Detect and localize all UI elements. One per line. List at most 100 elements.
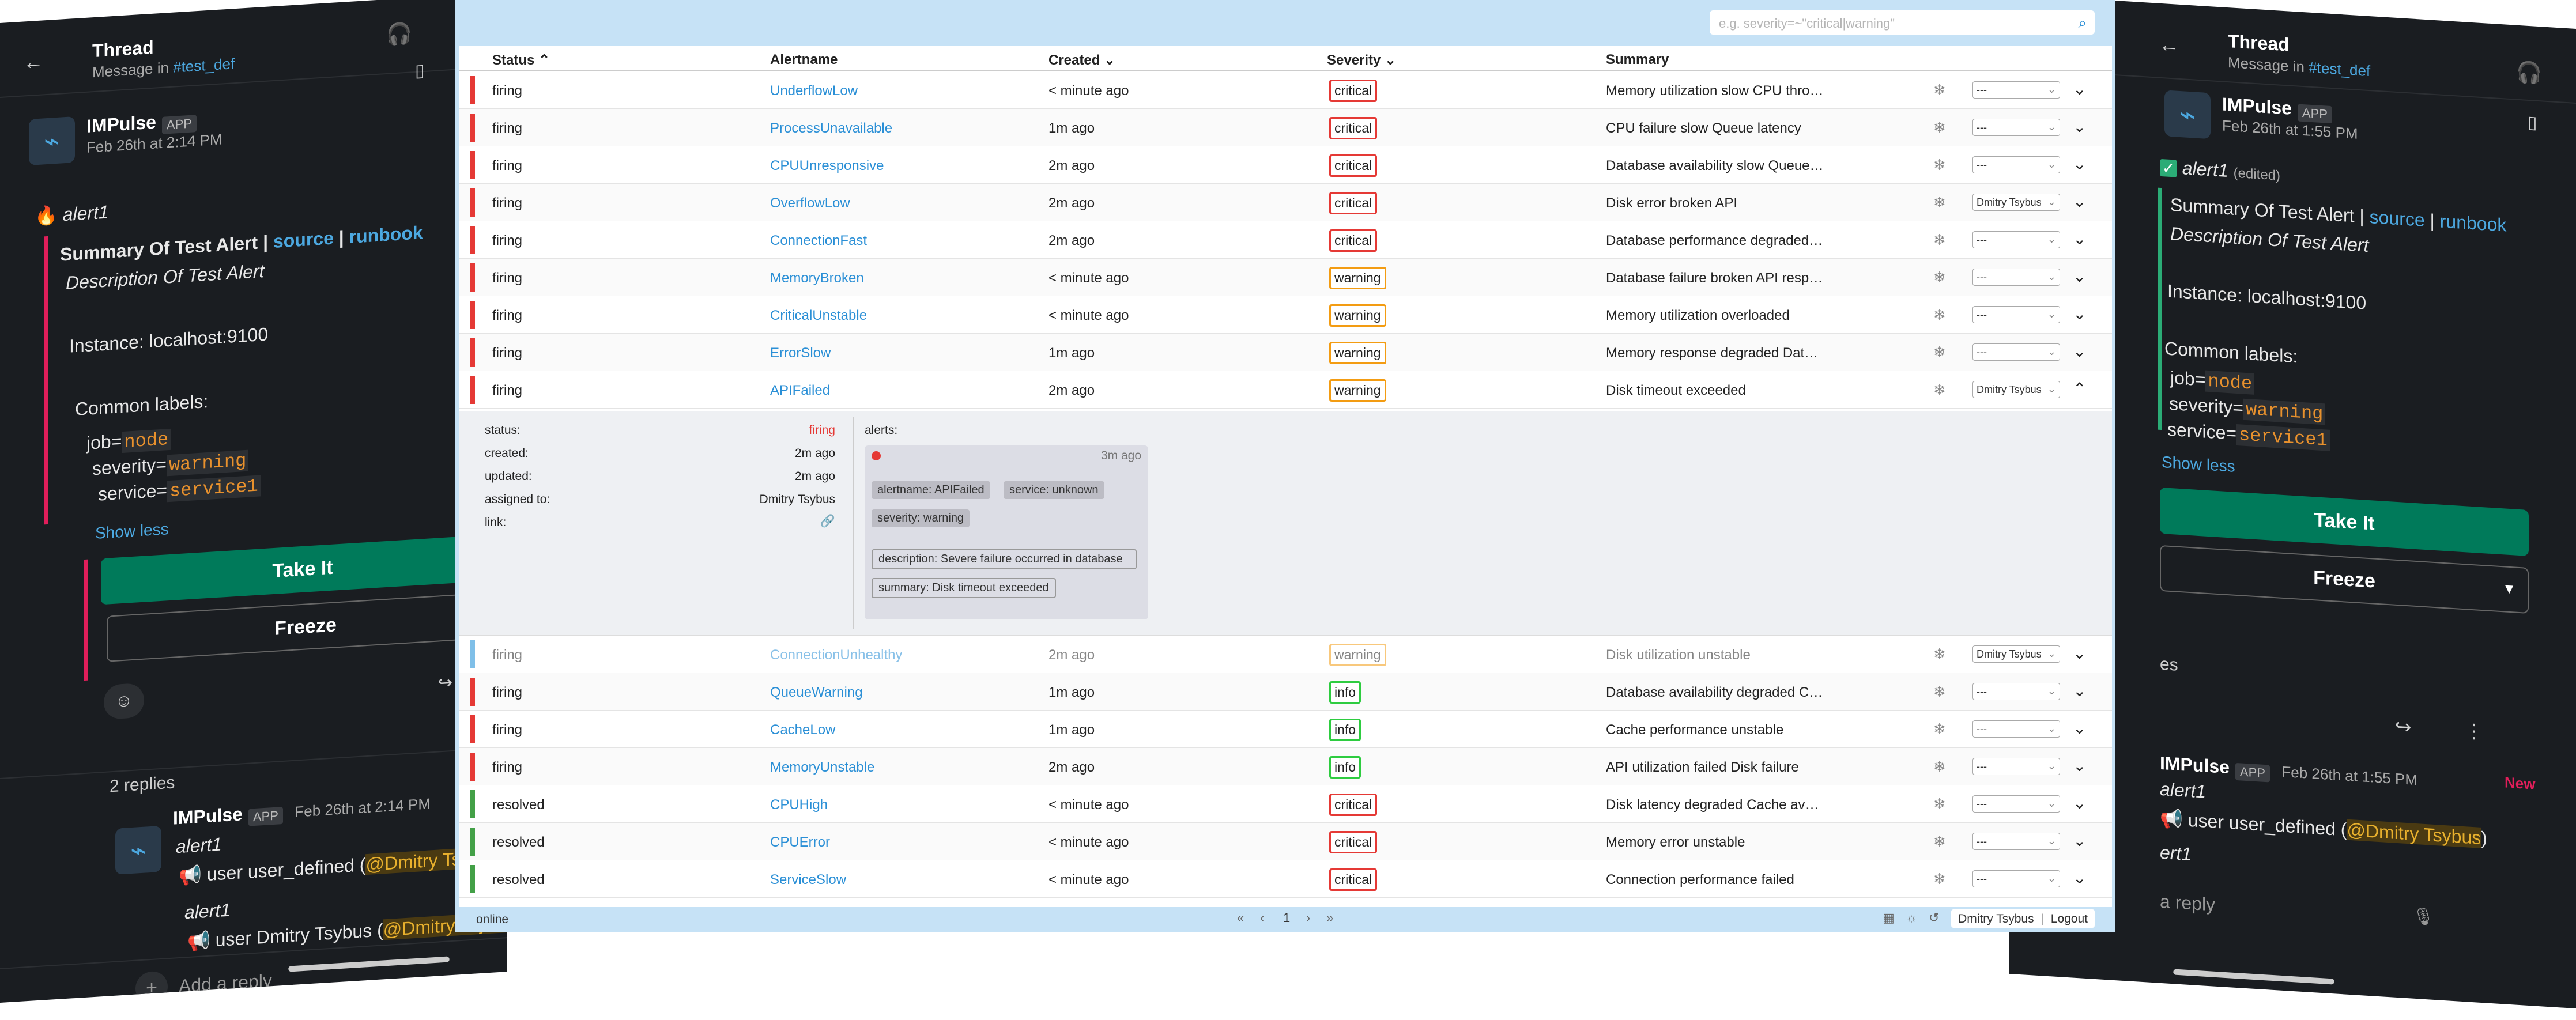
prev-page-icon[interactable]: ‹ [1260, 911, 1264, 925]
table-row[interactable]: firing CPUUnresponsive 2m ago critical Datab… [459, 146, 2112, 184]
column-created[interactable]: Created ⌄ [1048, 52, 1115, 69]
history-icon[interactable]: ↺ [1929, 911, 1939, 925]
snowflake-icon[interactable]: ❄ [1933, 645, 1946, 663]
alertname-link[interactable]: MemoryUnstable [770, 760, 874, 776]
chevron-down-icon[interactable]: ⌄ [2073, 831, 2086, 850]
add-reply-input[interactable]: Add a reply [179, 970, 272, 997]
add-reaction-icon[interactable]: ☺ [104, 682, 144, 720]
bookmark-icon[interactable]: ▯ [2528, 112, 2537, 133]
show-less-link-right[interactable]: Show less [2162, 453, 2235, 476]
assignee-select[interactable]: Dmitry Tsybus ⌄ [1972, 645, 2060, 663]
snowflake-icon[interactable]: ❄ [1933, 343, 1946, 361]
alertname-link[interactable]: MemoryBroken [770, 270, 864, 286]
chevron-down-icon[interactable]: ⌄ [2073, 342, 2086, 361]
assignee-select[interactable]: --- ⌄ [1972, 870, 2060, 887]
show-less-link[interactable]: Show less [95, 520, 169, 543]
table-row[interactable]: firing ConnectionUnhealthy 2m ago warning Di… [459, 636, 2112, 673]
chevron-down-icon[interactable]: ⌄ [2073, 80, 2086, 99]
snowflake-icon[interactable]: ❄ [1933, 119, 1946, 137]
channel-link[interactable]: #test_def [173, 55, 235, 76]
column-summary[interactable]: Summary [1606, 52, 1669, 68]
assignee-select[interactable]: --- ⌄ [1972, 231, 2060, 248]
add-reply-input[interactable]: a reply [2160, 891, 2215, 916]
assignee-select[interactable]: Dmitry Tsybus ⌄ [1972, 381, 2060, 398]
chevron-down-icon[interactable]: ⌄ [2073, 719, 2086, 738]
alertname-link[interactable]: CPUUnresponsive [770, 158, 884, 174]
chevron-down-icon[interactable]: ⌄ [2073, 154, 2086, 173]
table-row[interactable]: firing CriticalUnstable < minute ago warnin… [459, 296, 2112, 334]
share-icon[interactable]: ↪ [438, 673, 452, 694]
alertname-link[interactable]: UnderflowLow [770, 83, 858, 99]
alertname-link[interactable]: ServiceSlow [770, 872, 846, 888]
bot-avatar-right[interactable]: ⌁ [2164, 90, 2211, 139]
assignee-select[interactable]: --- ⌄ [1972, 758, 2060, 775]
assignee-select[interactable]: --- ⌄ [1972, 795, 2060, 813]
chevron-down-icon[interactable]: ⌄ [2073, 794, 2086, 813]
snowflake-icon[interactable]: ❄ [1933, 306, 1946, 324]
assignee-select[interactable]: --- ⌄ [1972, 343, 2060, 361]
chevron-down-icon[interactable]: ⌄ [2073, 868, 2086, 887]
take-it-button[interactable]: Take It [101, 534, 504, 605]
column-severity[interactable]: Severity ⌄ [1327, 52, 1396, 69]
reply-bot-avatar[interactable]: ⌁ [115, 825, 161, 875]
table-row[interactable]: firing ConnectionFast 2m ago critical Databa… [459, 221, 2112, 259]
assignee-select[interactable]: Dmitry Tsybus ⌄ [1972, 194, 2060, 211]
chevron-up-icon[interactable]: ⌃ [2073, 379, 2086, 398]
table-row[interactable]: firing ErrorSlow 1m ago warning Memory respo… [459, 334, 2112, 371]
chevron-down-icon[interactable]: ⌄ [2073, 117, 2086, 136]
logout-button[interactable]: Logout [2051, 912, 2088, 925]
back-arrow-icon[interactable]: ← [2159, 32, 2179, 58]
microphone-icon[interactable]: 🎙 [2412, 906, 2434, 928]
snowflake-icon[interactable]: ❄ [1933, 683, 1946, 701]
snowflake-icon[interactable]: ❄ [1933, 758, 1946, 776]
assignee-select[interactable]: --- ⌄ [1972, 833, 2060, 850]
alertname-link[interactable]: OverflowLow [770, 195, 850, 211]
theme-toggle-icon[interactable]: ☼ [1906, 911, 1917, 925]
headphones-icon[interactable]: 🎧 [2516, 60, 2542, 86]
chevron-down-icon[interactable]: ⌄ [2073, 681, 2086, 700]
snowflake-icon[interactable]: ❄ [1933, 231, 1946, 249]
snowflake-icon[interactable]: ❄ [1933, 269, 1946, 286]
assignee-select[interactable]: --- ⌄ [1972, 156, 2060, 173]
table-row[interactable]: resolved CPUError < minute ago critical Memo… [459, 823, 2112, 860]
table-row[interactable]: firing QueueWarning 1m ago info Database ava… [459, 673, 2112, 711]
alertname-link[interactable]: QueueWarning [770, 685, 863, 701]
headphones-icon[interactable]: 🎧 [386, 21, 412, 47]
alertname-link[interactable]: ErrorSlow [770, 345, 831, 361]
table-row[interactable]: firing ProcessUnavailable 1m ago critical CP… [459, 109, 2112, 146]
table-row[interactable]: firing MemoryUnstable 2m ago info API utiliz… [459, 748, 2112, 785]
table-row[interactable]: firing CacheLow 1m ago info Cache performanc… [459, 711, 2112, 748]
channel-link[interactable]: #test_def [2309, 59, 2370, 80]
assignee-select[interactable]: --- ⌄ [1972, 81, 2060, 99]
last-page-icon[interactable]: » [1326, 911, 1333, 925]
column-status[interactable]: Status ⌃ [492, 52, 550, 69]
next-page-icon[interactable]: › [1306, 911, 1310, 925]
more-options-icon[interactable]: ⋮ [2464, 719, 2484, 743]
assignee-select[interactable]: --- ⌄ [1972, 119, 2060, 136]
snowflake-icon[interactable]: ❄ [1933, 381, 1946, 399]
first-page-icon[interactable]: « [1237, 911, 1244, 925]
alertname-link[interactable]: ProcessUnavailable [770, 120, 892, 137]
bot-avatar[interactable]: ⌁ [29, 116, 75, 165]
table-row[interactable]: firing MemoryBroken < minute ago warning Dat… [459, 259, 2112, 296]
plus-icon[interactable]: + [135, 970, 168, 1003]
alertname-link[interactable]: CriticalUnstable [770, 308, 867, 324]
assignee-select[interactable]: --- ⌄ [1972, 269, 2060, 286]
assignee-select[interactable]: --- ⌄ [1972, 720, 2060, 738]
chevron-down-icon[interactable]: ⌄ [2073, 304, 2086, 323]
chevron-down-icon[interactable]: ⌄ [2073, 192, 2086, 211]
table-row[interactable]: resolved CPUHigh < minute ago critical Disk … [459, 785, 2112, 823]
snowflake-icon[interactable]: ❄ [1933, 795, 1946, 813]
calendar-icon[interactable]: ▦ [1883, 911, 1895, 925]
freeze-button-right[interactable]: Freeze ▼ [2160, 545, 2529, 614]
alertname-link[interactable]: CacheLow [770, 722, 835, 738]
snowflake-icon[interactable]: ❄ [1933, 833, 1946, 851]
alertname-link[interactable]: ConnectionFast [770, 233, 867, 249]
search-icon[interactable]: ⌕ [2078, 14, 2087, 32]
post-time-right[interactable]: Feb 26th at 1:55 PM [2222, 116, 2358, 142]
snowflake-icon[interactable]: ❄ [1933, 156, 1946, 174]
runbook-link[interactable]: runbook [349, 222, 423, 247]
table-row[interactable]: resolved ServiceSlow < minute ago critical C… [459, 860, 2112, 898]
snowflake-icon[interactable]: ❄ [1933, 870, 1946, 888]
link-icon[interactable]: 🔗 [820, 515, 835, 528]
